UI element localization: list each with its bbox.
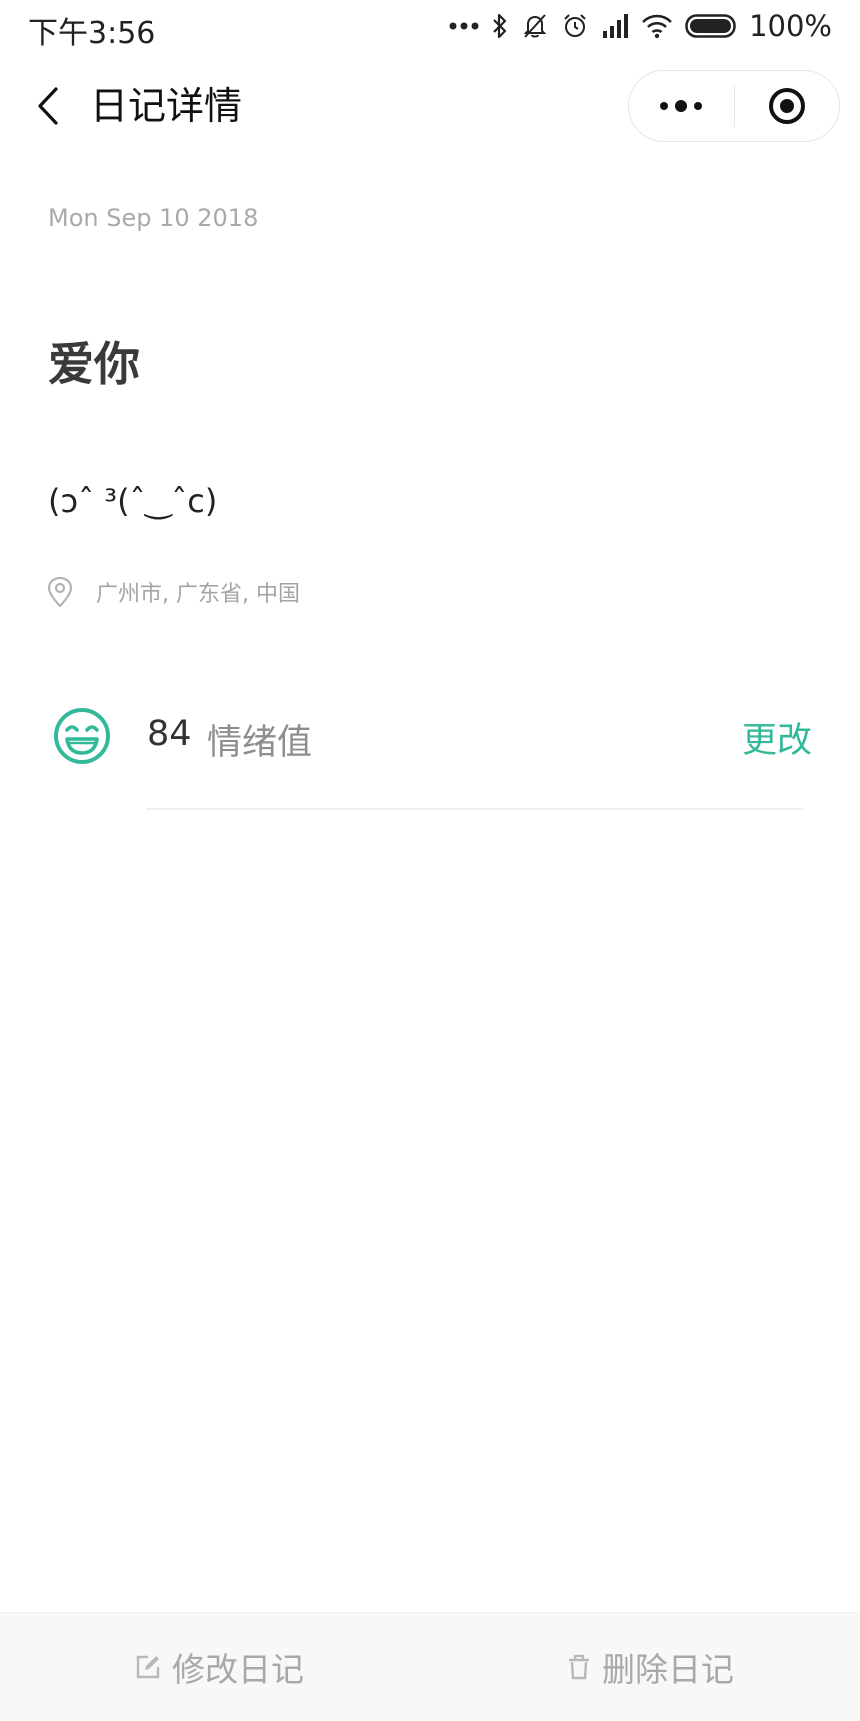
diary-body: (ↄˆ ³(ˆ‿ˆc) [48, 482, 218, 520]
mood-change-button[interactable]: 更改 [742, 712, 812, 763]
battery-percentage: 100% [749, 9, 832, 43]
target-icon [768, 88, 805, 124]
bell-off-icon [521, 12, 549, 40]
edit-diary-button[interactable]: 修改日记 [134, 1613, 304, 1721]
location-text: 广州市, 广东省, 中国 [96, 582, 300, 607]
nav-bar: 日记详情 [0, 64, 860, 148]
diary-title: 爱你 [48, 337, 140, 391]
status-icons: 100% [449, 6, 832, 46]
mood-row: 84 情绪值 更改 [52, 700, 812, 772]
more-menu-button[interactable] [629, 71, 734, 141]
mood-value: 84 [147, 714, 192, 754]
edit-diary-label: 修改日记 [172, 1650, 304, 1689]
battery-icon [685, 13, 737, 39]
wifi-icon [641, 13, 673, 39]
chevron-left-icon [38, 87, 58, 125]
location-pin-icon [47, 576, 73, 608]
bluetooth-icon [491, 12, 509, 40]
alarm-clock-icon [561, 12, 589, 40]
page-title: 日记详情 [90, 84, 243, 128]
more-dots-icon [449, 21, 479, 31]
smiley-face-icon [54, 708, 110, 764]
close-miniprogram-button[interactable] [735, 71, 840, 141]
signal-icon [601, 13, 629, 39]
back-button[interactable] [28, 84, 68, 128]
bottom-action-bar: 修改日记 删除日记 [0, 1612, 860, 1721]
more-dots-icon [660, 100, 703, 112]
diary-date: Mon Sep 10 2018 [48, 204, 259, 232]
status-bar: 下午3:56 100% [0, 0, 860, 56]
location-row: 广州市, 广东省, 中国 [46, 574, 300, 610]
delete-diary-label: 删除日记 [602, 1650, 734, 1689]
mood-divider [146, 808, 804, 810]
mood-label: 情绪值 [207, 723, 313, 763]
delete-diary-button[interactable]: 删除日记 [566, 1613, 734, 1721]
status-time: 下午3:56 [28, 16, 156, 51]
edit-pencil-icon [136, 1655, 160, 1679]
menu-capsule [628, 70, 840, 142]
trash-icon [569, 1654, 589, 1680]
